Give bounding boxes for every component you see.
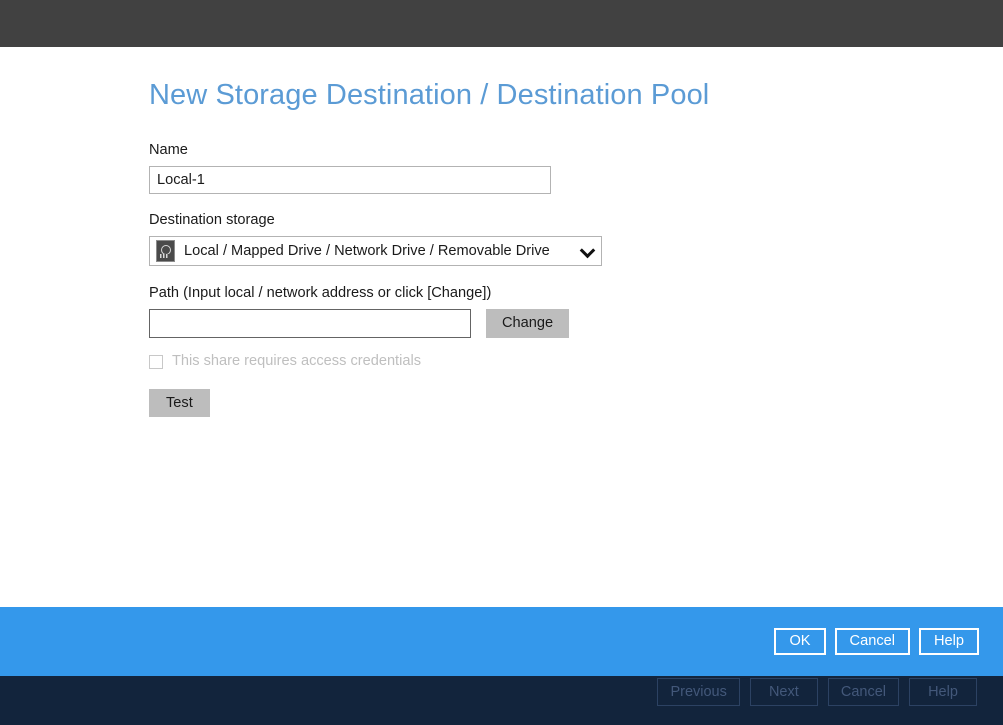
destination-storage-label: Destination storage — [149, 211, 849, 230]
name-label: Name — [149, 141, 849, 160]
wizard-button-row: Previous Next Cancel Help — [657, 678, 977, 706]
credentials-checkbox[interactable] — [149, 355, 163, 369]
screen-root: Previous Next Cancel Help New Storage De… — [0, 0, 1003, 725]
wizard-cancel-button[interactable]: Cancel — [828, 678, 899, 706]
new-storage-destination-dialog: New Storage Destination / Destination Po… — [0, 47, 1003, 607]
drive-icon — [156, 240, 175, 262]
name-field-group: Name — [149, 141, 849, 194]
credentials-checkbox-row[interactable]: This share requires access credentials — [149, 353, 849, 371]
destination-storage-selected-value: Local / Mapped Drive / Network Drive / R… — [184, 243, 575, 259]
wizard-top-bar — [0, 0, 1003, 47]
next-button[interactable]: Next — [750, 678, 818, 706]
chevron-down-icon[interactable] — [581, 244, 595, 258]
test-button[interactable]: Test — [149, 389, 210, 417]
credentials-checkbox-label: This share requires access credentials — [172, 353, 421, 371]
destination-storage-field-group: Destination storage Local / Mapped Drive… — [149, 211, 849, 267]
path-input[interactable] — [149, 309, 471, 338]
page-title: New Storage Destination / Destination Po… — [149, 80, 849, 112]
path-row: Change — [149, 309, 849, 338]
path-label: Path (Input local / network address or c… — [149, 284, 849, 303]
path-field-group: Path (Input local / network address or c… — [149, 284, 849, 370]
test-button-wrap: Test — [149, 389, 849, 417]
ok-button[interactable]: OK — [774, 628, 825, 655]
change-button[interactable]: Change — [486, 309, 569, 338]
previous-button[interactable]: Previous — [657, 678, 739, 706]
dialog-button-row: OK Cancel Help — [774, 628, 979, 655]
name-input[interactable] — [149, 166, 551, 194]
cancel-button[interactable]: Cancel — [835, 628, 910, 655]
help-button[interactable]: Help — [919, 628, 979, 655]
wizard-help-button[interactable]: Help — [909, 678, 977, 706]
destination-storage-select[interactable]: Local / Mapped Drive / Network Drive / R… — [149, 236, 602, 266]
dialog-body: New Storage Destination / Destination Po… — [149, 80, 849, 417]
